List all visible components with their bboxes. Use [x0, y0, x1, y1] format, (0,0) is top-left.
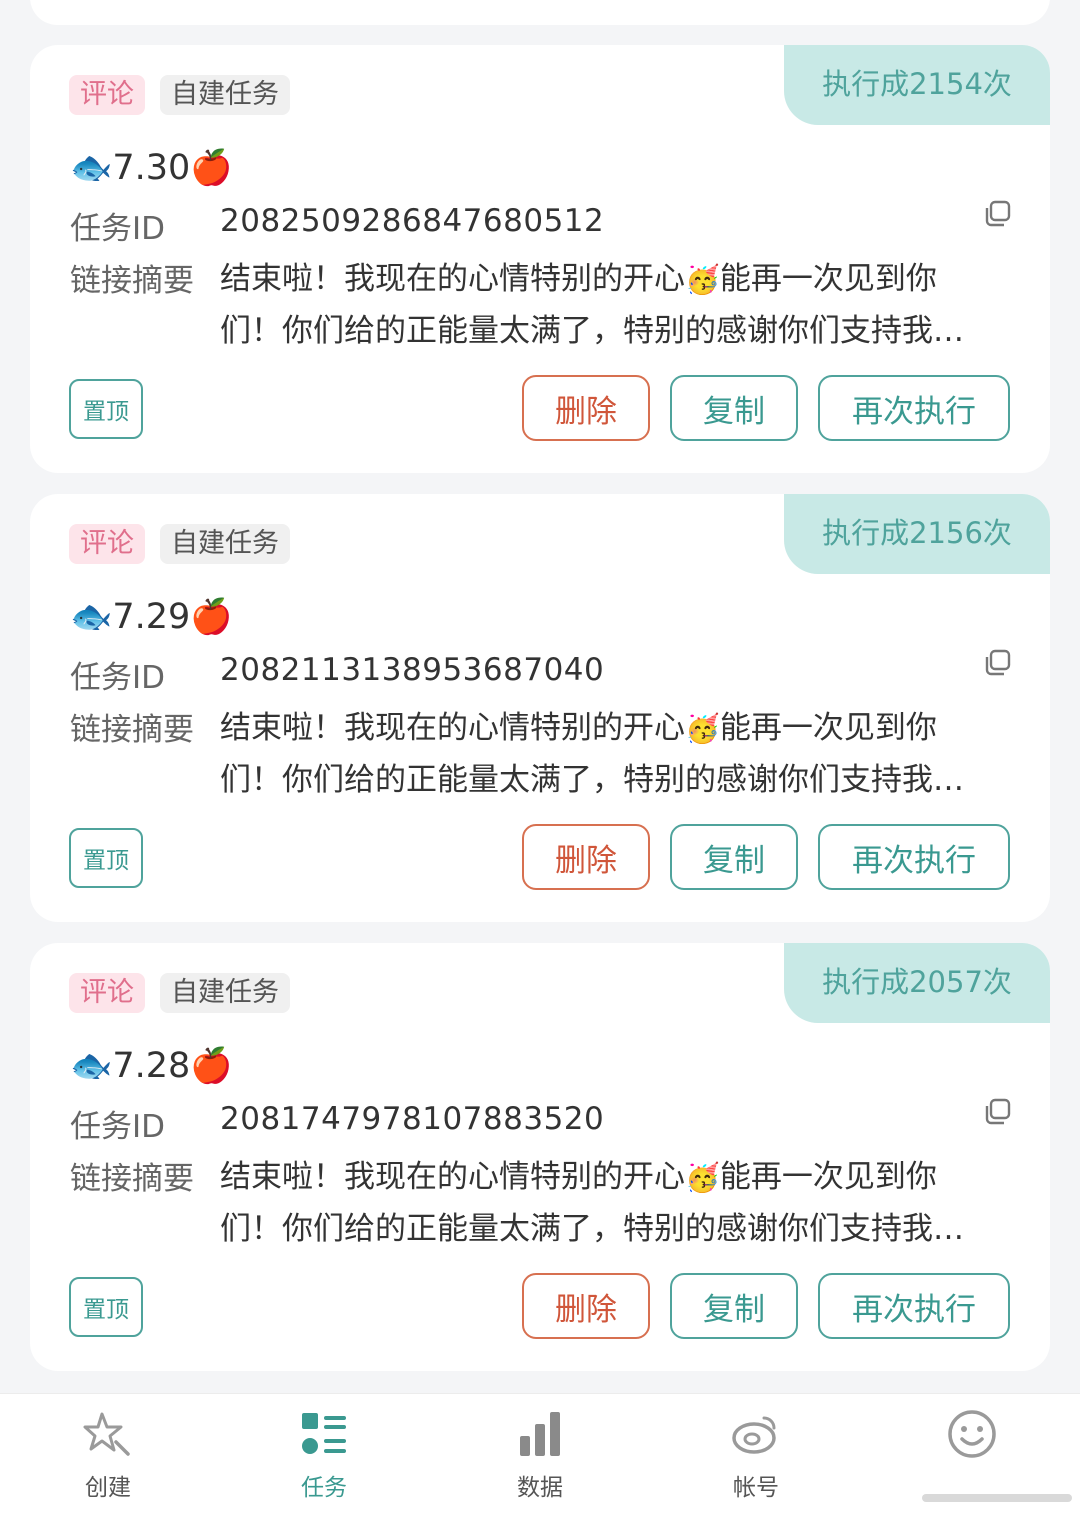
task-id-value: 2081747978107883520: [220, 1101, 605, 1137]
task-id-label: 任务ID: [70, 211, 166, 247]
apple-emoji: 🍎: [190, 1046, 233, 1086]
star-icon: [83, 1412, 130, 1456]
copy-icon[interactable]: [982, 1097, 1012, 1127]
party-face-emoji: 🥳: [685, 263, 720, 296]
nav-create-label: 创建: [85, 1475, 131, 1501]
task-id-value: 2082113138953687040: [220, 652, 605, 688]
copy-icon[interactable]: [982, 648, 1012, 678]
delete-button[interactable]: 删除: [522, 824, 650, 890]
task-id-label: 任务ID: [70, 1109, 166, 1145]
nav-create[interactable]: 创建: [43, 1394, 173, 1516]
nav-account-label: 帐号: [733, 1475, 779, 1501]
apple-emoji: 🍎: [190, 597, 233, 637]
home-indicator: [922, 1494, 1072, 1502]
fish-emoji: 🐟: [70, 1046, 113, 1086]
tag-self-task: 自建任务: [160, 524, 290, 564]
pin-button[interactable]: 置顶: [69, 828, 143, 888]
summary-label: 链接摘要: [70, 1161, 194, 1197]
task-title: 🐟 7.29 🍎: [70, 592, 233, 642]
copy-button[interactable]: 复制: [670, 824, 798, 890]
copy-button[interactable]: 复制: [670, 375, 798, 441]
bar-chart-icon: [520, 1412, 560, 1456]
weibo-icon: [732, 1416, 776, 1454]
rerun-button[interactable]: 再次执行: [818, 1273, 1010, 1339]
nav-tasks-label: 任务: [301, 1475, 347, 1501]
copy-button[interactable]: 复制: [670, 1273, 798, 1339]
party-face-emoji: 🥳: [685, 1161, 720, 1194]
pin-button[interactable]: 置顶: [69, 379, 143, 439]
summary-text: 结束啦！我现在的心情特别的开心🥳能再一次见到你们！你们给的正能量太满了，特别的感…: [220, 1159, 964, 1247]
nav-data[interactable]: 数据: [475, 1394, 605, 1516]
task-title-text: 7.29: [112, 597, 191, 637]
exec-count-badge: 执行成2156次: [784, 494, 1050, 574]
summary-text: 结束啦！我现在的心情特别的开心🥳能再一次见到你们！你们给的正能量太满了，特别的感…: [220, 261, 964, 349]
task-id-label: 任务ID: [70, 660, 166, 696]
exec-count-badge: 执行成2154次: [784, 45, 1050, 125]
summary-label: 链接摘要: [70, 712, 194, 748]
task-title-text: 7.30: [112, 148, 191, 188]
task-title-text: 7.28: [112, 1046, 191, 1086]
nav-data-label: 数据: [517, 1475, 563, 1501]
copy-icon[interactable]: [982, 199, 1012, 229]
tag-self-task: 自建任务: [160, 973, 290, 1013]
nav-tasks[interactable]: 任务: [259, 1394, 389, 1516]
summary-text: 结束啦！我现在的心情特别的开心🥳能再一次见到你们！你们给的正能量太满了，特别的感…: [220, 710, 964, 798]
task-id-value: 2082509286847680512: [220, 203, 605, 239]
tag-comment: 评论: [69, 524, 145, 564]
fish-emoji: 🐟: [70, 148, 113, 188]
task-title: 🐟 7.28 🍎: [70, 1041, 233, 1091]
tag-comment: 评论: [69, 973, 145, 1013]
delete-button[interactable]: 删除: [522, 1273, 650, 1339]
task-title: 🐟 7.30 🍎: [70, 143, 233, 193]
exec-count-badge: 执行成2057次: [784, 943, 1050, 1023]
apple-emoji: 🍎: [190, 148, 233, 188]
party-face-emoji: 🥳: [685, 712, 720, 745]
summary-label: 链接摘要: [70, 263, 194, 299]
task-card: 执行成2154次 评论 自建任务 🐟 7.30 🍎 任务ID 20825092868…: [30, 45, 1050, 473]
previous-card-stub: [30, 0, 1050, 25]
rerun-button[interactable]: 再次执行: [818, 824, 1010, 890]
tag-comment: 评论: [69, 75, 145, 115]
fish-emoji: 🐟: [70, 597, 113, 637]
pin-button[interactable]: 置顶: [69, 1277, 143, 1337]
task-list-icon: [302, 1413, 346, 1454]
task-card: 执行成2156次 评论 自建任务 🐟 7.29 🍎 任务ID 20821131389…: [30, 494, 1050, 922]
delete-button[interactable]: 删除: [522, 375, 650, 441]
tag-self-task: 自建任务: [160, 75, 290, 115]
bottom-nav: 创建 任务 数据 帐号: [0, 1393, 1080, 1516]
nav-account[interactable]: 帐号: [691, 1394, 821, 1516]
smiley-icon: [948, 1410, 996, 1458]
task-card: 执行成2057次 评论 自建任务 🐟 7.28 🍎 任务ID 20817479781…: [30, 943, 1050, 1371]
rerun-button[interactable]: 再次执行: [818, 375, 1010, 441]
